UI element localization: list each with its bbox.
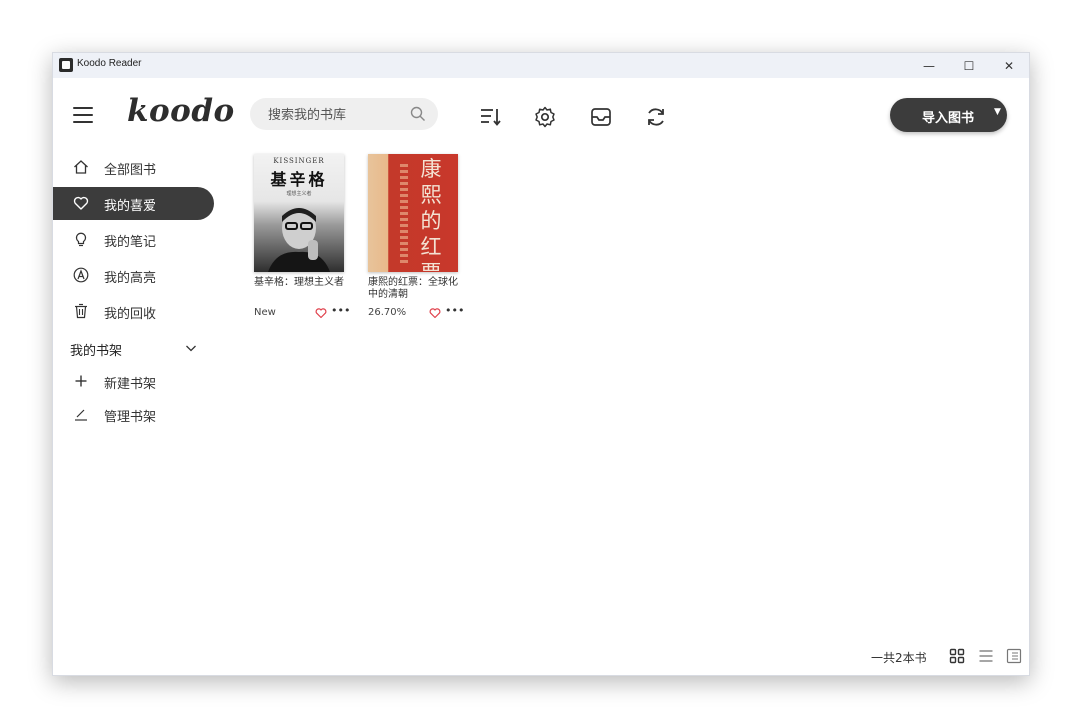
sort-icon[interactable] xyxy=(478,105,502,129)
book-cover[interactable]: KISSINGER 基辛格 理想主义者 xyxy=(254,154,344,272)
chevron-down-icon[interactable]: ▼ xyxy=(994,107,1001,117)
cover-title: 康熙的红票 xyxy=(420,157,442,272)
cover-subtitle: 理想主义者 xyxy=(286,191,312,197)
sidebar-item-all-books[interactable]: 全部图书 xyxy=(53,151,214,184)
sidebar-item-favorites[interactable]: 我的喜爱 xyxy=(53,187,214,220)
search-bar xyxy=(250,98,438,130)
bulb-icon xyxy=(75,232,87,247)
book-status: New xyxy=(254,307,276,318)
book-progress: 26.70% xyxy=(368,307,407,318)
search-icon[interactable] xyxy=(410,106,426,122)
minimize-button[interactable]: — xyxy=(909,53,949,78)
sidebar-item-label: 我的笔记 xyxy=(104,235,157,250)
home-icon xyxy=(74,160,88,174)
title-bar: Koodo Reader — ☐ ✕ xyxy=(53,53,1029,78)
sidebar-item-label: 我的喜爱 xyxy=(104,199,157,214)
close-button[interactable]: ✕ xyxy=(989,53,1029,78)
sidebar-item-highlights[interactable]: 我的高亮 xyxy=(53,259,214,292)
sidebar-item-notes[interactable]: 我的笔记 xyxy=(53,223,214,256)
plus-icon xyxy=(75,375,87,387)
book-title: 基辛格：理想主义者 xyxy=(254,277,344,288)
new-bookshelf-label: 新建书架 xyxy=(104,377,157,392)
heart-icon xyxy=(73,196,89,210)
inbox-icon[interactable] xyxy=(589,105,613,129)
highlight-icon xyxy=(73,267,89,283)
sync-icon[interactable] xyxy=(644,105,668,129)
search-input[interactable] xyxy=(266,104,400,126)
chevron-down-icon[interactable] xyxy=(184,341,198,355)
import-books-button[interactable]: 导入图书 ▼ xyxy=(890,98,1007,132)
cover-title: 基辛格 xyxy=(270,170,328,189)
portrait-image xyxy=(268,207,330,272)
settings-icon[interactable] xyxy=(533,105,557,129)
more-options-icon[interactable]: ••• xyxy=(331,304,350,317)
bookshelf-section-title: 我的书架 xyxy=(70,344,123,359)
more-options-icon[interactable]: ••• xyxy=(445,304,464,317)
import-books-label: 导入图书 xyxy=(922,111,975,126)
menu-icon[interactable] xyxy=(73,107,93,123)
cover-top-text: KISSINGER xyxy=(273,157,325,165)
heart-icon[interactable] xyxy=(315,307,327,319)
sidebar-item-label: 我的回收 xyxy=(104,307,157,322)
list-view-icon[interactable] xyxy=(978,648,994,664)
new-bookshelf-item[interactable]: 新建书架 xyxy=(53,367,214,395)
sidebar-item-trash[interactable]: 我的回收 xyxy=(53,295,214,328)
cover-view-icon[interactable] xyxy=(1006,648,1022,664)
edit-icon xyxy=(75,409,87,421)
sidebar-item-label: 全部图书 xyxy=(104,163,157,178)
manage-bookshelf-item[interactable]: 管理书架 xyxy=(53,400,214,428)
grid-view-icon[interactable] xyxy=(949,648,965,664)
book-title: 康熙的红票：全球化中的清朝 xyxy=(368,277,458,300)
heart-icon[interactable] xyxy=(429,307,441,319)
app-window: Koodo Reader — ☐ ✕ koodo 导入图书 xyxy=(52,52,1030,676)
book-count: 一共2本书 xyxy=(871,651,927,665)
window-title: Koodo Reader xyxy=(77,58,142,69)
trash-icon xyxy=(75,303,87,319)
book-cover[interactable]: 康熙的红票 xyxy=(368,154,458,272)
maximize-button[interactable]: ☐ xyxy=(949,53,989,78)
app-logo: koodo xyxy=(127,93,235,129)
app-logo-icon xyxy=(59,58,73,72)
manage-bookshelf-label: 管理书架 xyxy=(104,410,157,425)
sidebar-item-label: 我的高亮 xyxy=(104,271,157,286)
